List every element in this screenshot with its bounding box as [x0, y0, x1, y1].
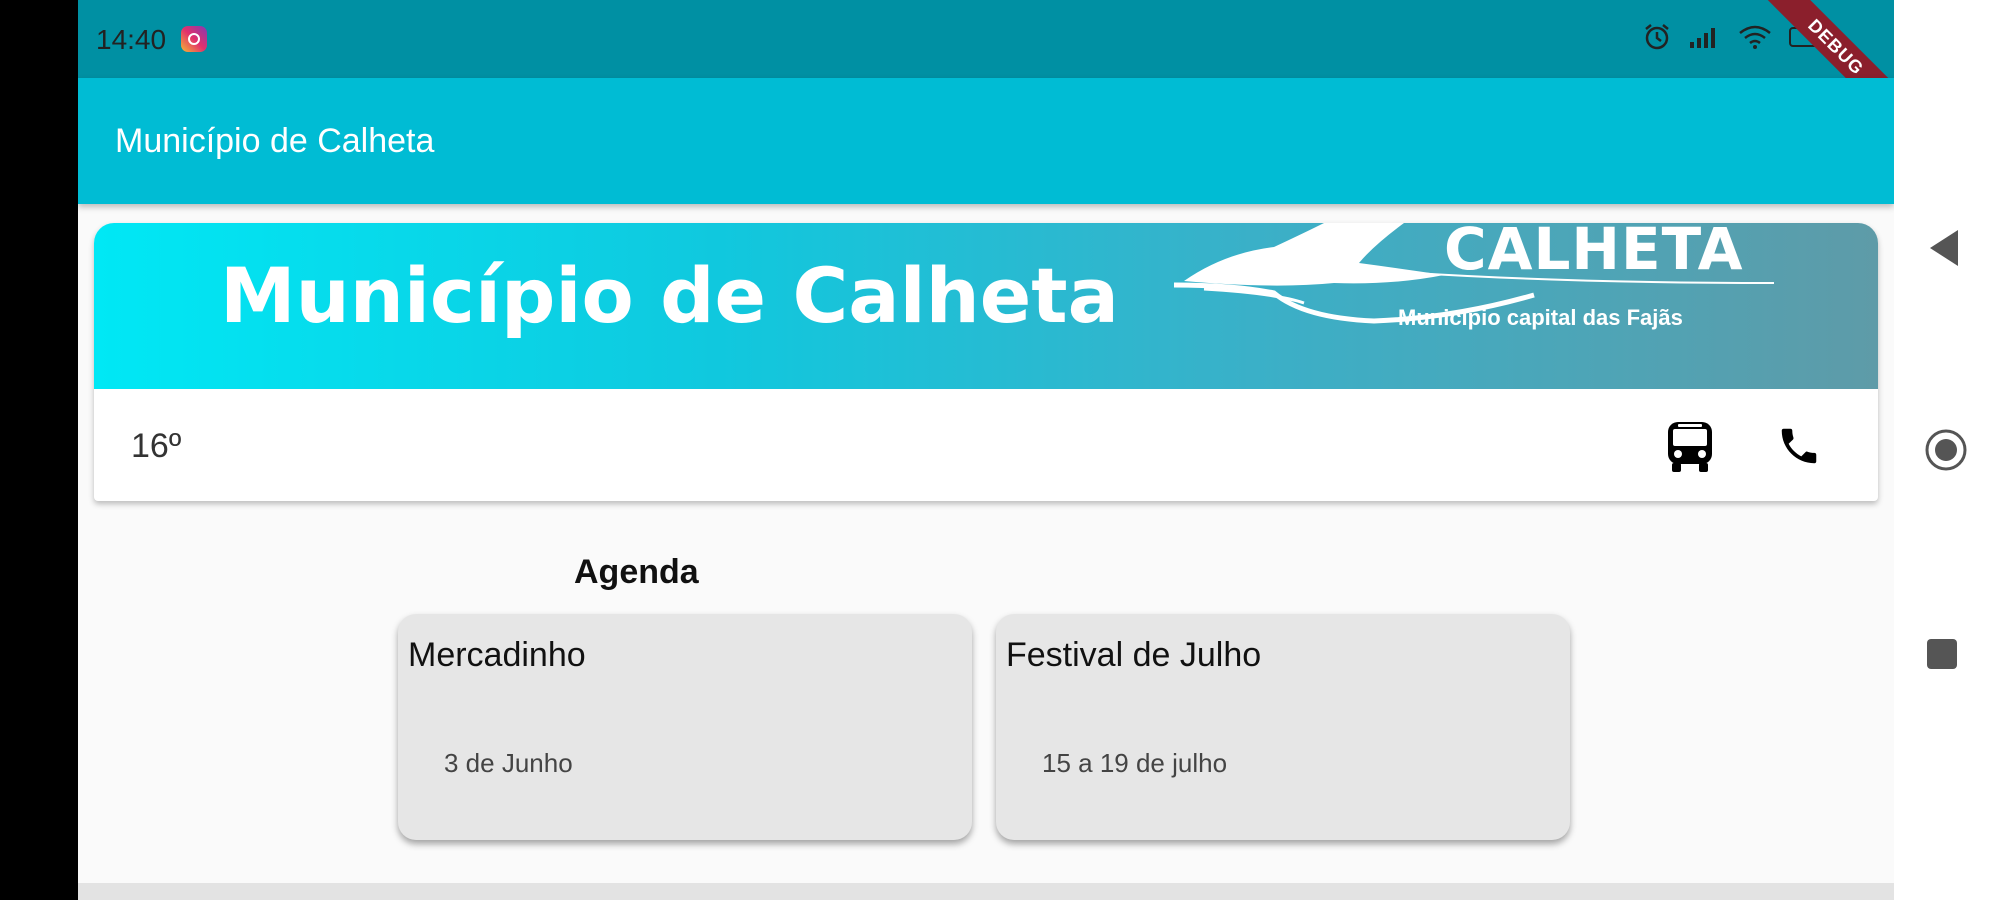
event-card[interactable]: Festival de Julho 15 a 19 de julho: [996, 614, 1570, 840]
app-bar: Município de Calheta: [78, 78, 1894, 204]
phone-screen: 14:40 DEBUG Município de Calheta Municíp…: [78, 0, 1894, 900]
home-icon[interactable]: [1924, 428, 1968, 472]
banner-brand: CALHETA: [1444, 223, 1744, 283]
banner-tagline: Município capital das Fajãs: [1398, 305, 1683, 330]
agenda-title: Agenda: [574, 553, 699, 591]
app-title: Município de Calheta: [115, 122, 435, 160]
event-name: Mercadinho: [408, 636, 586, 674]
alarm-icon: [1645, 24, 1669, 50]
event-date: 15 a 19 de julho: [1042, 748, 1228, 778]
municipality-banner: Município de Calheta CALHETA Município c…: [94, 223, 1878, 389]
recents-icon[interactable]: [1924, 636, 1960, 672]
bottom-strip: [78, 883, 1894, 900]
back-icon[interactable]: [1924, 226, 1964, 270]
instagram-icon: [181, 26, 207, 52]
status-bar: 14:40 DEBUG: [78, 0, 1894, 136]
event-name: Festival de Julho: [1006, 636, 1262, 674]
wifi-icon: [1739, 25, 1771, 49]
event-card[interactable]: Mercadinho 3 de Junho: [398, 614, 972, 840]
phone-icon[interactable]: [1776, 423, 1822, 469]
left-black-bar: [0, 0, 78, 900]
temperature-label: 16º: [131, 427, 182, 465]
header-card: Município de Calheta CALHETA Município c…: [94, 223, 1878, 501]
signal-icon: [1690, 28, 1715, 48]
status-time: 14:40: [96, 24, 167, 55]
banner-title: Município de Calheta: [220, 251, 1119, 340]
event-date: 3 de Junho: [444, 748, 573, 778]
info-row: 16º: [94, 389, 1878, 501]
system-nav-bar: [1894, 0, 2003, 900]
bus-icon[interactable]: [1662, 419, 1718, 475]
